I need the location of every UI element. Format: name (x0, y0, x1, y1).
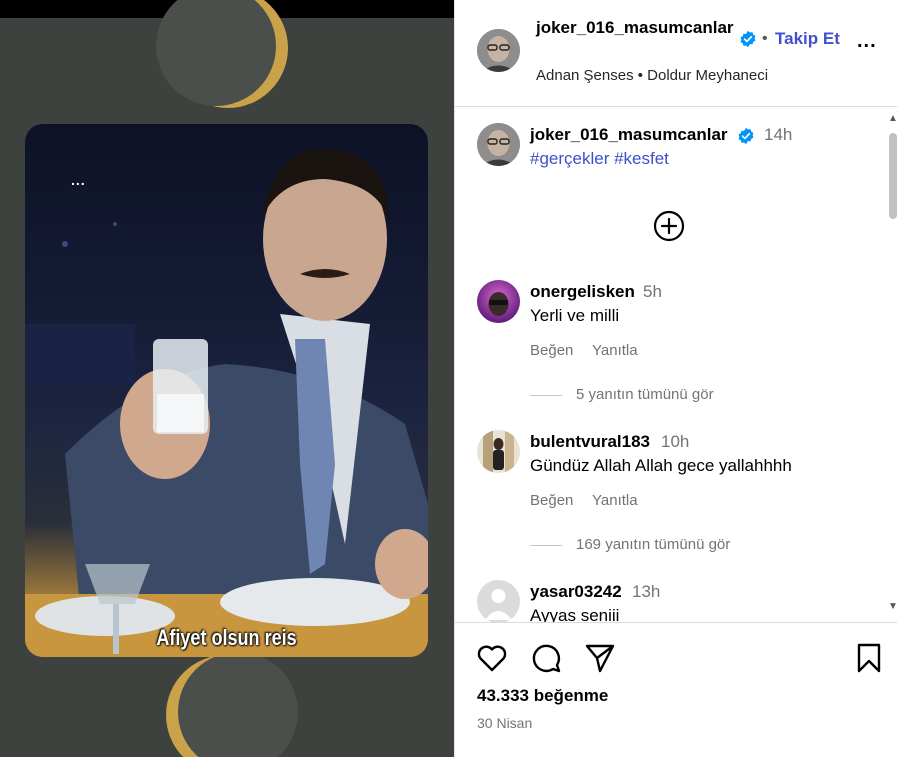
verified-badge-icon (738, 127, 754, 145)
load-more-comments-icon[interactable] (653, 210, 685, 242)
comment-like-button[interactable]: Beğen (530, 492, 573, 509)
comment-like-button[interactable]: Beğen (530, 342, 573, 359)
more-options-icon[interactable]: ... (857, 30, 877, 53)
comment-timestamp[interactable]: 13h (632, 582, 660, 602)
overlay-dots: ... (71, 172, 86, 188)
comment-text: Ayyas seniii (530, 606, 620, 622)
comment-timestamp[interactable]: 5h (643, 282, 662, 302)
author-avatar[interactable] (477, 29, 520, 72)
post-media-panel: ... Afiyet olsun reis (0, 0, 454, 757)
photo-illustration (25, 148, 428, 657)
view-replies-button[interactable]: 169 yanıtın tümünü gör (530, 536, 730, 553)
comment-reply-button[interactable]: Yanıtla (592, 342, 638, 359)
commenter-avatar[interactable] (477, 280, 520, 323)
view-replies-button[interactable]: 5 yanıtın tümünü gör (530, 386, 714, 403)
comment-text: Gündüz Allah Allah gece yallahhhh (530, 456, 792, 475)
replies-divider (530, 544, 562, 546)
comment-bubble-icon[interactable] (529, 641, 563, 675)
like-count[interactable]: 43.333 beğenme (477, 686, 608, 706)
commenter-username[interactable]: bulentvural183 (530, 432, 650, 452)
photo-caption-overlay: Afiyet olsun reis (156, 625, 297, 650)
caption-username[interactable]: joker_016_masumcanlar (530, 125, 728, 145)
commenter-avatar[interactable] (477, 580, 520, 622)
like-heart-icon[interactable] (475, 641, 509, 675)
caption-author-avatar[interactable] (477, 123, 520, 166)
commenter-username[interactable]: yasar03242 (530, 582, 622, 602)
caption-timestamp[interactable]: 14h (764, 125, 792, 145)
post-actions-bar: 43.333 beğenme 30 Nisan (455, 622, 897, 757)
post-header: joker_016_masumcanlar • Takip Et ... Adn… (455, 0, 897, 107)
author-username[interactable]: joker_016_masumcanlar (536, 17, 736, 39)
scroll-up-arrow-icon[interactable]: ▲ (888, 113, 897, 124)
comments-scrollbar[interactable]: ▲ ▼ (887, 113, 897, 613)
comments-section: joker_016_masumcanlar 14h #gerçekler #ke… (455, 108, 897, 622)
follow-button[interactable]: Takip Et (775, 29, 840, 49)
audio-attribution[interactable]: Adnan Şenses • Doldur Meyhaneci (536, 67, 768, 84)
replies-divider (530, 394, 562, 396)
comment-timestamp[interactable]: 10h (661, 432, 689, 452)
verified-badge-icon (740, 30, 756, 48)
share-paper-plane-icon[interactable] (583, 641, 617, 675)
post-date[interactable]: 30 Nisan (477, 715, 532, 731)
post-side-panel: joker_016_masumcanlar • Takip Et ... Adn… (454, 0, 897, 757)
scrollbar-thumb[interactable] (889, 133, 897, 219)
scroll-down-arrow-icon[interactable]: ▼ (888, 601, 897, 612)
view-replies-label: 5 yanıtın tümünü gör (576, 386, 714, 403)
header-separator: • (762, 30, 768, 47)
caption-hashtags[interactable]: #gerçekler #kesfet (530, 149, 669, 169)
post-photo[interactable]: ... Afiyet olsun reis (25, 124, 428, 657)
crescent-moon-bottom-shadow (178, 652, 298, 757)
comment-text: Yerli ve milli (530, 306, 620, 325)
comment-reply-button[interactable]: Yanıtla (592, 492, 638, 509)
commenter-username[interactable]: onergelisken (530, 282, 635, 302)
save-bookmark-icon[interactable] (852, 641, 886, 675)
commenter-avatar[interactable] (477, 430, 520, 473)
view-replies-label: 169 yanıtın tümünü gör (576, 536, 731, 553)
